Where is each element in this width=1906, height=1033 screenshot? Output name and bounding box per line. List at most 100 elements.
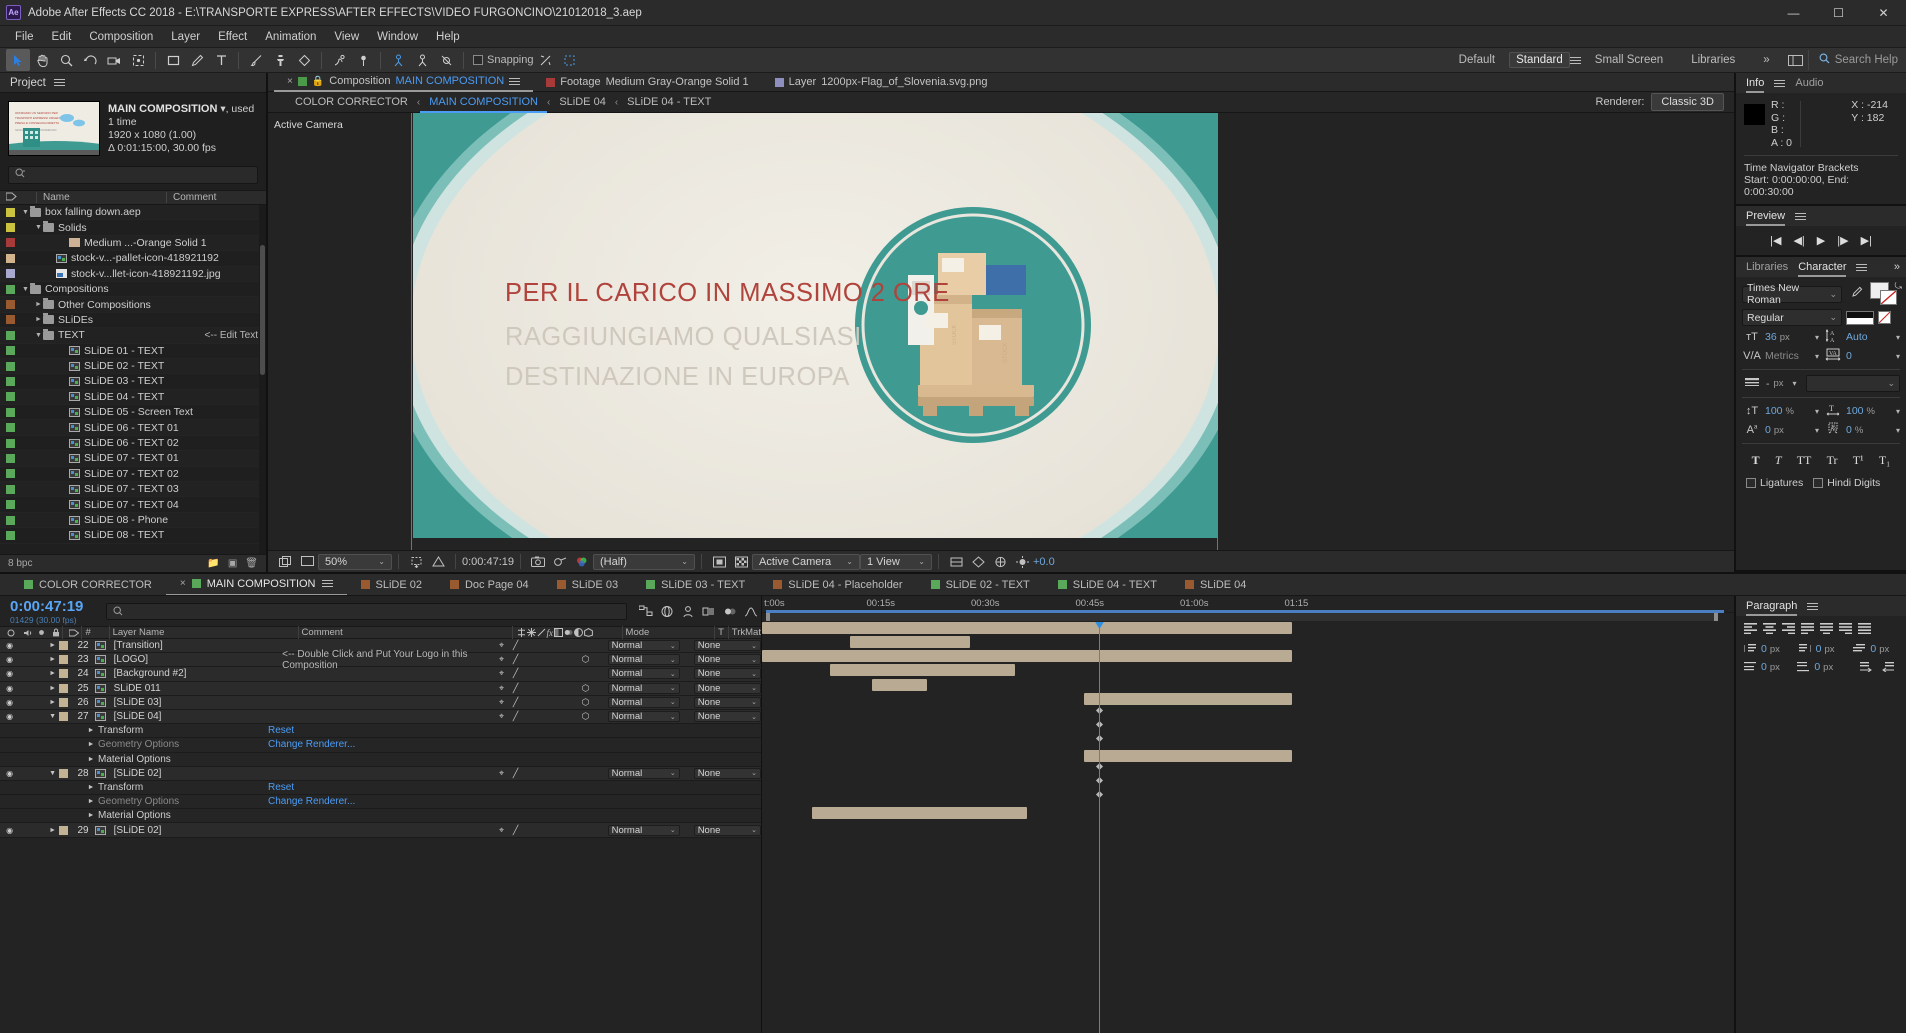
track-matte-select[interactable]: None ⌄ <box>693 767 761 779</box>
new-comp-icon[interactable]: ▣ <box>228 558 237 569</box>
collapse-transform-icon[interactable]: ⌖ <box>495 697 509 708</box>
tab-paragraph[interactable]: Paragraph <box>1746 596 1798 616</box>
eraser-tool-icon[interactable] <box>292 49 316 71</box>
tracking-control[interactable]: VA 0 ▾ <box>1823 348 1900 364</box>
disclosure-triangle-icon[interactable]: ► <box>84 784 98 791</box>
workspace-standard[interactable]: Standard <box>1509 52 1570 68</box>
layer-name[interactable]: [SLiDE 02] <box>114 768 162 779</box>
faux-italic-button[interactable]: T <box>1775 453 1782 468</box>
label-color-swatch[interactable] <box>6 361 15 371</box>
track-matte-select[interactable]: None ⌄ <box>693 640 761 652</box>
track-matte-select[interactable]: None ⌄ <box>693 668 761 680</box>
menu-view[interactable]: View <box>325 28 368 46</box>
disclosure-triangle-icon[interactable]: ► <box>46 699 59 706</box>
label-color-swatch[interactable] <box>6 238 15 248</box>
composition-mini-flowchart-icon[interactable] <box>635 601 656 621</box>
timeline-tab[interactable]: SLiDE 04 <box>1171 574 1260 595</box>
space-after-control[interactable]: 0 px <box>1795 660 1842 674</box>
label-color-swatch[interactable] <box>6 253 15 263</box>
disclosure-triangle-icon[interactable]: ► <box>46 642 59 649</box>
toggle-transparency-grid-icon[interactable] <box>730 553 752 571</box>
label-color-swatch[interactable] <box>6 453 15 463</box>
property-action-link[interactable]: Change Renderer... <box>268 796 355 807</box>
quality-icon[interactable]: ╱ <box>509 683 523 694</box>
layer-switches[interactable]: ⌖ ╱ <box>495 768 604 779</box>
space-before-value[interactable]: 0 <box>1761 661 1767 673</box>
baseline-shift-value[interactable]: 0 <box>1765 424 1771 436</box>
maximize-button[interactable]: ☐ <box>1816 0 1861 26</box>
layer-name[interactable]: [SLiDE 04] <box>114 711 162 722</box>
zoom-tool-icon[interactable] <box>54 49 78 71</box>
time-ruler[interactable]: t:00s 00:15s 00:30s 00:45s 01:00s 01:15 <box>762 596 1734 613</box>
track-matte-select[interactable]: None ⌄ <box>693 682 761 694</box>
take-snapshot-icon[interactable] <box>527 553 549 571</box>
layer-duration-bar[interactable] <box>812 807 1027 819</box>
property-action-link[interactable]: Change Renderer... <box>268 739 355 750</box>
preserve-transparency-header[interactable]: T <box>714 626 728 639</box>
collapse-transform-icon[interactable]: ⌖ <box>495 668 509 679</box>
label-color-swatch[interactable] <box>6 469 15 479</box>
layer-number-header[interactable]: # <box>81 626 108 639</box>
breadcrumb-item[interactable]: SLiDE 04 <box>550 96 614 108</box>
quality-icon[interactable]: ╱ <box>509 768 523 779</box>
zoom-level-select[interactable]: 50% ⌄ <box>318 553 392 570</box>
layer-name[interactable]: [SLiDE 03] <box>114 697 162 708</box>
layer-property-row[interactable]: ► Transform Reset <box>0 724 761 739</box>
collapse-transform-icon[interactable]: ⌖ <box>495 640 509 651</box>
label-color-swatch[interactable] <box>6 530 15 540</box>
quality-icon[interactable]: ╱ <box>509 668 523 679</box>
tab-character[interactable]: Character <box>1798 257 1847 277</box>
disclosure-triangle-icon[interactable]: ▼ <box>21 209 30 216</box>
search-help[interactable]: Search Help <box>1807 50 1898 70</box>
three-d-layer-icon[interactable]: ⬡ <box>579 711 593 722</box>
toggle-viewer-layouts-icon[interactable] <box>274 553 296 571</box>
video-visibility-icon[interactable]: ◉ <box>0 769 19 778</box>
blend-mode-select[interactable]: Normal ⌄ <box>607 767 680 779</box>
disclosure-triangle-icon[interactable]: ► <box>46 656 59 663</box>
layer-switches[interactable]: ⌖ ╱ ⬡ <box>495 683 604 694</box>
disclosure-triangle-icon[interactable]: ► <box>46 670 59 677</box>
clone-stamp-tool-icon[interactable] <box>268 49 292 71</box>
timeline-link-icon[interactable] <box>989 553 1011 571</box>
character-overflow-icon[interactable]: » <box>1894 261 1906 273</box>
project-item[interactable]: ▼ Solids <box>0 220 266 236</box>
menu-file[interactable]: File <box>6 28 43 46</box>
timeline-layer-row[interactable]: ◉ ► 26 [SLiDE 03] ⌖ ╱ ⬡ Normal ⌄ None ⌄ <box>0 695 761 710</box>
layer-label-swatch[interactable] <box>59 712 69 722</box>
label-color-swatch[interactable] <box>6 423 15 433</box>
stroke-width-value[interactable]: - <box>1766 378 1770 390</box>
enable-frame-blending-icon[interactable] <box>698 601 719 621</box>
project-item[interactable]: SLiDE 08 - TEXT <box>0 528 266 544</box>
timeline-tab[interactable]: SLiDE 04 - Placeholder <box>759 574 916 595</box>
track-matte-select[interactable]: None ⌄ <box>693 654 761 666</box>
kerning-value[interactable]: Metrics <box>1765 350 1799 362</box>
mode-header[interactable]: Mode <box>621 626 715 639</box>
project-menu-icon[interactable] <box>53 77 65 88</box>
quality-icon[interactable]: ╱ <box>509 640 523 651</box>
property-action-link[interactable]: Reset <box>268 725 294 736</box>
project-item[interactable]: ► SLiDEs <box>0 313 266 329</box>
layer-rows[interactable]: ◉ ► 22 [Transition] ⌖ ╱ Normal ⌄ None ⌄ ◉ ► 23 [LOGO]… <box>0 639 761 1033</box>
ligatures-checkbox[interactable] <box>1746 478 1756 488</box>
label-color-swatch[interactable] <box>6 376 15 386</box>
collapse-transform-icon[interactable]: ⌖ <box>495 768 509 779</box>
prev-frame-icon[interactable]: ◀| <box>1793 234 1804 247</box>
enable-motion-blur-icon[interactable] <box>719 601 740 621</box>
faux-bold-button[interactable]: T <box>1752 453 1760 468</box>
comp-name[interactable]: MAIN COMPOSITION <box>108 103 217 115</box>
disclosure-triangle-icon[interactable]: ▼ <box>34 224 43 231</box>
blend-mode-select[interactable]: Normal ⌄ <box>607 824 680 836</box>
snap-align-icon[interactable] <box>534 49 558 71</box>
fast-preview-icon[interactable] <box>967 553 989 571</box>
minimize-button[interactable]: — <box>1771 0 1816 26</box>
chevron-down-icon[interactable]: ▾ <box>1896 333 1900 342</box>
collapse-transform-icon[interactable]: ⌖ <box>495 711 509 722</box>
work-area-bar[interactable] <box>766 613 1718 621</box>
snapping-toggle[interactable]: Snapping <box>473 54 534 66</box>
stroke-type-select[interactable]: ⌄ <box>1805 375 1900 392</box>
workspace-small-screen[interactable]: Small Screen <box>1581 50 1677 70</box>
property-group-label[interactable]: Transform <box>98 725 268 736</box>
blend-mode-select[interactable]: Normal ⌄ <box>607 696 680 708</box>
layer-track-bars[interactable] <box>762 622 1734 1033</box>
disclosure-triangle-icon[interactable]: ► <box>46 685 59 692</box>
